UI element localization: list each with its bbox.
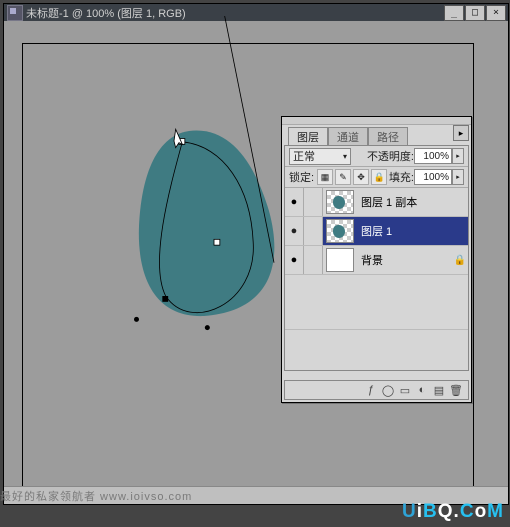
- visibility-toggle[interactable]: ●: [285, 217, 304, 245]
- lock-fill-row: 锁定: ▦ ✎ ✥ 🔒 填充: 100% ▸: [285, 167, 468, 188]
- lock-all-icon[interactable]: 🔒: [371, 169, 387, 185]
- fill-flyout-button[interactable]: ▸: [452, 169, 464, 185]
- document-window: 未标题-1 @ 100% (图层 1, RGB) _ □ ×: [3, 3, 509, 505]
- watermark-text: 最好的私家领航者 www.ioivso.com: [0, 488, 192, 504]
- new-set-button[interactable]: ▭: [397, 383, 413, 397]
- blend-opacity-row: 正常 ▾ 不透明度: 100% ▸: [285, 146, 468, 167]
- layer-thumbnail[interactable]: [326, 190, 354, 214]
- app-icon: [7, 5, 23, 21]
- panel-menu-button[interactable]: ▸: [453, 125, 469, 141]
- lock-position-icon[interactable]: ✥: [353, 169, 369, 185]
- blend-mode-value: 正常: [293, 148, 315, 164]
- maximize-button[interactable]: □: [465, 5, 485, 21]
- lock-icon: 🔒: [452, 255, 468, 266]
- layer-thumbnail[interactable]: [326, 248, 354, 272]
- tab-channels[interactable]: 通道: [328, 127, 368, 146]
- blend-mode-dropdown[interactable]: 正常 ▾: [289, 148, 351, 165]
- window-buttons: _ □ ×: [443, 5, 506, 21]
- brand-logo: UiBQ.CoM: [402, 501, 504, 523]
- opacity-flyout-button[interactable]: ▸: [452, 148, 464, 164]
- layer-list-empty-area[interactable]: [285, 330, 468, 370]
- link-column[interactable]: [304, 188, 323, 216]
- layer-row[interactable]: ● 图层 1: [285, 217, 468, 246]
- close-button[interactable]: ×: [486, 5, 506, 21]
- opacity-field[interactable]: 100%: [414, 148, 452, 164]
- chevron-down-icon: ▾: [343, 152, 347, 161]
- fill-field[interactable]: 100%: [414, 169, 452, 185]
- visibility-toggle[interactable]: ●: [285, 188, 304, 216]
- layer-name[interactable]: 图层 1 副本: [357, 194, 452, 210]
- link-column[interactable]: [304, 246, 323, 274]
- layer-mask-button[interactable]: ◯: [380, 383, 396, 397]
- link-column[interactable]: [304, 217, 323, 245]
- visibility-toggle[interactable]: ●: [285, 246, 304, 274]
- layer-thumbnail[interactable]: [326, 219, 354, 243]
- layer-row[interactable]: ● 背景 🔒: [285, 246, 468, 275]
- panel-tabs: 图层 通道 路径: [288, 127, 408, 146]
- tab-paths[interactable]: 路径: [368, 127, 408, 146]
- delete-layer-button[interactable]: 🗑: [448, 383, 464, 397]
- new-layer-button[interactable]: ▤: [431, 383, 447, 397]
- panel-grip[interactable]: [282, 117, 471, 125]
- artwork-shape: [134, 126, 289, 321]
- layer-style-button[interactable]: ƒ: [363, 383, 379, 397]
- fill-label: 填充:: [389, 169, 414, 185]
- minimize-button[interactable]: _: [444, 5, 464, 21]
- lock-transparency-icon[interactable]: ▦: [317, 169, 333, 185]
- tab-layers[interactable]: 图层: [288, 127, 328, 146]
- adjustment-layer-button[interactable]: ◐: [414, 383, 430, 397]
- layer-name[interactable]: 图层 1: [357, 223, 452, 239]
- canvas-area[interactable]: ▸ 图层 通道 路径 正常 ▾ 不透明度: 100% ▸: [4, 21, 508, 487]
- panel-footer: ƒ ◯ ▭ ◐ ▤ 🗑: [284, 380, 469, 400]
- layer-list-empty-area[interactable]: [285, 275, 468, 330]
- opacity-label: 不透明度:: [367, 148, 414, 164]
- lock-label: 锁定:: [289, 169, 314, 185]
- layer-row[interactable]: ● 图层 1 副本: [285, 188, 468, 217]
- lock-icons: ▦ ✎ ✥ 🔒: [317, 169, 387, 185]
- layer-name[interactable]: 背景: [357, 252, 452, 268]
- window-title: 未标题-1 @ 100% (图层 1, RGB): [26, 5, 443, 21]
- titlebar: 未标题-1 @ 100% (图层 1, RGB) _ □ ×: [4, 4, 508, 21]
- layers-panel[interactable]: ▸ 图层 通道 路径 正常 ▾ 不透明度: 100% ▸: [281, 116, 472, 403]
- panel-body: 正常 ▾ 不透明度: 100% ▸ 锁定: ▦ ✎ ✥ 🔒: [284, 145, 469, 371]
- layer-list: ● 图层 1 副本 ● 图层 1 ●: [285, 188, 468, 370]
- lock-pixels-icon[interactable]: ✎: [335, 169, 351, 185]
